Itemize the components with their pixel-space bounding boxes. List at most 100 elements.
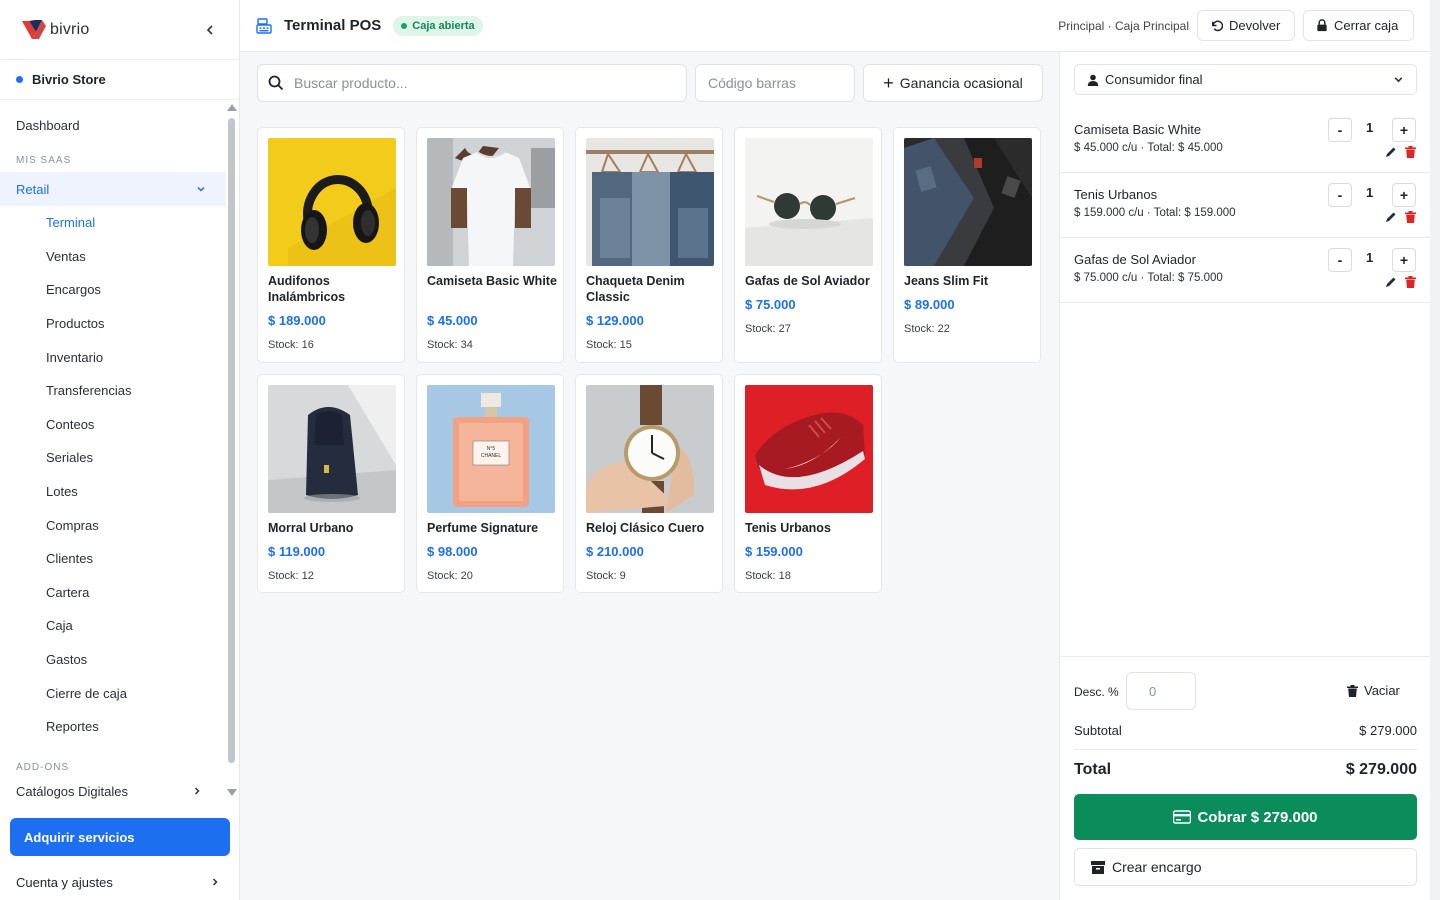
cart-line-detail: $ 75.000 c/u · Total: $ 75.000: [1074, 272, 1223, 284]
sidebar-item-cierre-de-caja[interactable]: Cierre de caja: [0, 676, 226, 710]
barcode-placeholder: Código barras: [708, 75, 796, 91]
window-scrollbar[interactable]: [1430, 0, 1440, 900]
cart-line: Camiseta Basic White $ 45.000 c/u · Tota…: [1060, 108, 1431, 173]
sidebar-item-encargos[interactable]: Encargos: [0, 273, 226, 307]
pencil-icon[interactable]: [1385, 211, 1397, 223]
decrease-qty-button[interactable]: -: [1328, 118, 1352, 142]
sidebar-item-caja[interactable]: Caja: [0, 609, 226, 643]
sidebar-item-productos[interactable]: Productos: [0, 307, 226, 341]
trash-icon[interactable]: [1405, 211, 1416, 223]
cart-line: Tenis Urbanos $ 159.000 c/u · Total: $ 1…: [1060, 173, 1431, 238]
product-name: Reloj Clásico Cuero: [586, 521, 705, 535]
retail-submenu: Terminal Ventas Encargos Productos Inventari…: [0, 206, 226, 744]
ganancia-ocasional-button[interactable]: + Ganancia ocasional: [863, 64, 1043, 102]
trash-icon[interactable]: [1405, 276, 1416, 288]
product-stock: Stock: 22: [904, 323, 950, 335]
product-stock: Stock: 9: [586, 570, 626, 582]
bivrio-logo-icon: [22, 19, 46, 39]
sidebar-item-terminal[interactable]: Terminal: [0, 206, 226, 240]
product-stock: Stock: 15: [586, 339, 632, 351]
barcode-input[interactable]: Código barras: [695, 64, 855, 102]
cobrar-button[interactable]: Cobrar $ 279.000: [1074, 794, 1417, 840]
product-card[interactable]: Gafas de Sol Aviador $ 75.000 Stock: 27: [734, 127, 882, 363]
product-name: Gafas de Sol Aviador: [745, 274, 870, 288]
product-card[interactable]: N°5 CHANEL Perfume Signature $ 98.000 St…: [416, 374, 564, 593]
archive-box-icon: [1091, 860, 1105, 874]
scroll-thumb[interactable]: [228, 118, 235, 763]
sidebar-item-reportes[interactable]: Reportes: [0, 710, 226, 744]
crear-encargo-button[interactable]: Crear encargo: [1074, 848, 1417, 886]
collapse-sidebar-icon[interactable]: [200, 20, 220, 40]
store-selector[interactable]: Bivrio Store: [0, 60, 239, 100]
product-price: $ 210.000: [586, 544, 644, 559]
product-price: $ 119.000: [268, 544, 326, 559]
divider: [1074, 749, 1417, 750]
search-icon: [268, 75, 284, 91]
cart-line-name: Gafas de Sol Aviador: [1074, 252, 1196, 267]
breadcrumb: Principal · Caja Principal: [1058, 19, 1189, 33]
product-stock: Stock: 18: [745, 570, 791, 582]
product-image-perfume: N°5 CHANEL: [427, 385, 555, 513]
search-placeholder: Buscar producto...: [294, 75, 408, 91]
product-card[interactable]: Audifonos Inalámbricos $ 189.000 Stock: …: [257, 127, 405, 363]
sidebar-item-transferencias[interactable]: Transferencias: [0, 374, 226, 408]
product-image-tshirt: [427, 138, 555, 266]
cart-line-name: Tenis Urbanos: [1074, 187, 1158, 202]
ganancia-ocasional-label: Ganancia ocasional: [899, 75, 1023, 91]
account-label: Cuenta y ajustes: [16, 874, 113, 890]
product-card[interactable]: Morral Urbano $ 119.000 Stock: 12: [257, 374, 405, 593]
decrease-qty-button[interactable]: -: [1328, 248, 1352, 272]
search-input[interactable]: Buscar producto...: [257, 64, 687, 102]
sidebar-scrollbar[interactable]: [226, 100, 238, 800]
product-image-backpack: [268, 385, 396, 513]
product-price: $ 189.000: [268, 313, 326, 328]
discount-input[interactable]: 0: [1126, 672, 1196, 710]
trash-icon[interactable]: [1405, 146, 1416, 158]
sidebar-item-seriales[interactable]: Seriales: [0, 441, 226, 475]
sidebar-item-lotes[interactable]: Lotes: [0, 475, 226, 509]
section-label-addons: ADD-ONS: [16, 762, 70, 773]
chevron-down-icon: [1394, 77, 1403, 83]
product-image-jeans: [904, 138, 1032, 266]
discount-label: Desc. %: [1074, 685, 1119, 699]
user-icon: [1087, 74, 1099, 86]
brand-name: bivrio: [50, 20, 90, 38]
account-settings-link[interactable]: Cuenta y ajustes: [0, 866, 240, 898]
product-name: Tenis Urbanos: [745, 521, 831, 535]
product-card[interactable]: Chaqueta Denim Classic $ 129.000 Stock: …: [575, 127, 723, 363]
pencil-icon[interactable]: [1385, 276, 1397, 288]
sidebar-item-catalogos[interactable]: Catálogos Digitales: [0, 777, 226, 805]
sidebar-item-ventas[interactable]: Ventas: [0, 240, 226, 274]
customer-select[interactable]: Consumidor final: [1074, 64, 1417, 95]
customer-name: Consumidor final: [1105, 72, 1203, 87]
product-stock: Stock: 34: [427, 339, 473, 351]
scroll-up-icon[interactable]: [227, 104, 237, 111]
sidebar-item-compras[interactable]: Compras: [0, 508, 226, 542]
sidebar-item-clientes[interactable]: Clientes: [0, 542, 226, 576]
sidebar-item-cartera[interactable]: Cartera: [0, 576, 226, 610]
increase-qty-button[interactable]: +: [1392, 118, 1416, 142]
increase-qty-button[interactable]: +: [1392, 183, 1416, 207]
product-card[interactable]: Camiseta Basic White $ 45.000 Stock: 34: [416, 127, 564, 363]
status-dot: [401, 22, 408, 29]
increase-qty-button[interactable]: +: [1392, 248, 1416, 272]
status-badge: Caja abierta: [393, 15, 483, 36]
product-name: Perfume Signature: [427, 521, 539, 535]
sidebar-item-dashboard[interactable]: Dashboard: [0, 108, 226, 142]
decrease-qty-button[interactable]: -: [1328, 183, 1352, 207]
sidebar-item-conteos[interactable]: Conteos: [0, 408, 226, 442]
cerrar-caja-button[interactable]: Cerrar caja: [1303, 10, 1414, 41]
pencil-icon[interactable]: [1385, 146, 1397, 158]
product-card[interactable]: Tenis Urbanos $ 159.000 Stock: 18: [734, 374, 882, 593]
product-card[interactable]: Reloj Clásico Cuero $ 210.000 Stock: 9: [575, 374, 723, 593]
product-card[interactable]: Jeans Slim Fit $ 89.000 Stock: 22: [893, 127, 1041, 363]
sidebar-item-retail[interactable]: Retail: [0, 172, 226, 206]
sidebar-item-inventario[interactable]: Inventario: [0, 340, 226, 374]
devolver-button[interactable]: Devolver: [1197, 10, 1295, 41]
vaciar-button[interactable]: Vaciar: [1347, 683, 1400, 698]
adquirir-servicios-button[interactable]: Adquirir servicios: [10, 818, 230, 856]
scroll-down-icon[interactable]: [227, 789, 237, 796]
product-image-sneakers: [745, 385, 873, 513]
sidebar-item-gastos[interactable]: Gastos: [0, 643, 226, 677]
subtotal-value: $ 279.000: [1359, 723, 1417, 738]
